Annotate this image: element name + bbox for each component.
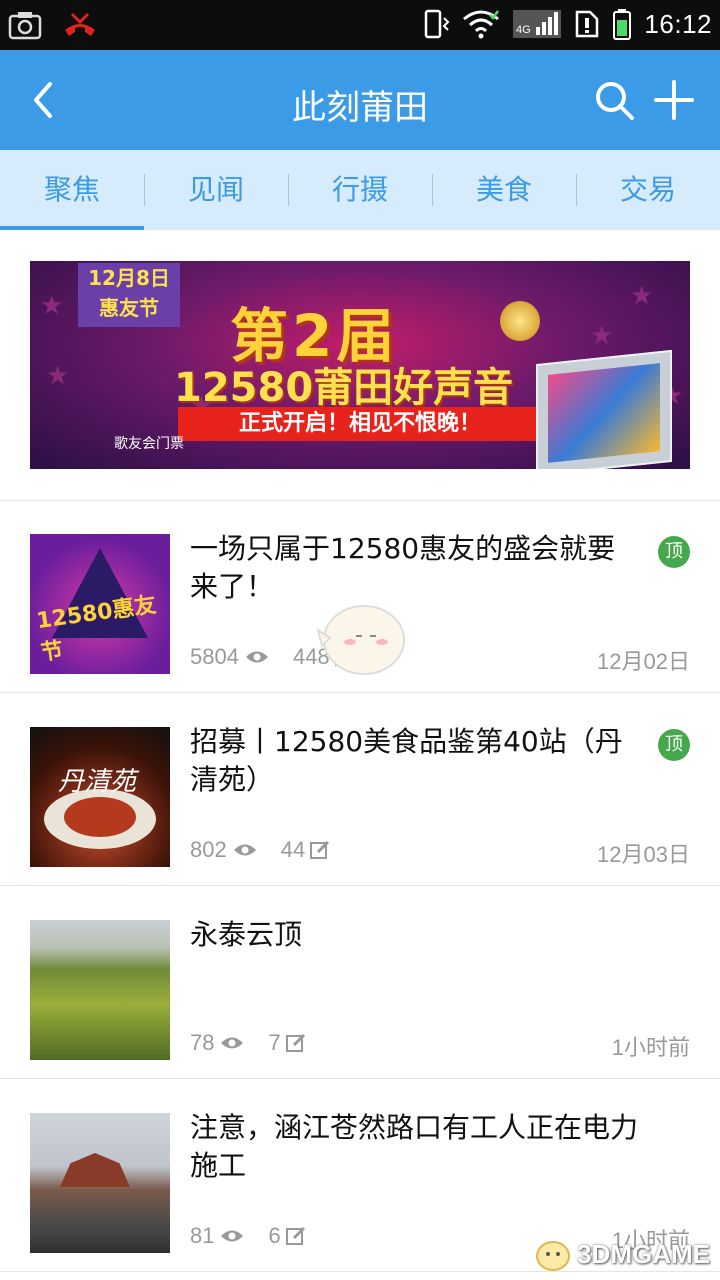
eye-icon [245, 651, 268, 663]
tab-news[interactable]: 见闻 [144, 150, 288, 230]
search-icon[interactable] [592, 78, 636, 122]
item-date: 12月03日 [597, 842, 690, 867]
wifi-icon [463, 10, 500, 39]
banner-badge-date: 12月8日 [88, 266, 170, 290]
watermark-text: 3DMGAME [577, 1238, 710, 1269]
item-thumbnail: 丹清苑 [30, 727, 170, 867]
star-decoration: ★ [40, 291, 64, 321]
star-decoration: ★ [630, 281, 654, 311]
edit-icon [285, 1226, 305, 1245]
comment-count: 6 [268, 1223, 281, 1248]
item-date: 12月02日 [597, 649, 690, 674]
view-count: 5804 [190, 644, 239, 669]
microphone-icon [500, 301, 540, 341]
item-title: 招募丨12580美食品鉴第40站（丹清苑） [190, 725, 623, 796]
sim-alert-icon [576, 10, 599, 38]
temple-roof-decoration [60, 1153, 130, 1187]
battery-icon [613, 9, 632, 40]
thumbnail-text: 丹清苑 [58, 767, 137, 797]
item-meta: 78 7 [190, 1030, 307, 1056]
item-meta: 81 6 [190, 1223, 307, 1249]
mascot-icon [316, 605, 405, 675]
tablet-image [536, 349, 672, 469]
tab-focus[interactable]: 聚焦 [0, 150, 144, 230]
signal-4g-icon: 4G [513, 10, 562, 38]
item-meta: 802 44 [190, 837, 331, 863]
promo-banner[interactable]: ★ ★ ★ ★ ★ ★ 12月8日 惠友节 第2届 12580莆田好声音 正式开… [30, 261, 690, 469]
comment-count: 7 [268, 1030, 281, 1055]
vibrate-icon [425, 9, 450, 39]
clock: 16:12 [644, 8, 712, 39]
screenshot-icon [8, 12, 42, 40]
eye-icon [233, 844, 256, 856]
tab-trade[interactable]: 交易 [576, 150, 720, 230]
item-date: 1小时前 [611, 1035, 690, 1060]
banner-section: ★ ★ ★ ★ ★ ★ 12月8日 惠友节 第2届 12580莆田好声音 正式开… [0, 230, 720, 501]
banner-badge: 12月8日 惠友节 [78, 263, 180, 327]
category-tabs: 聚焦 见闻 行摄 美食 交易 [0, 150, 720, 230]
app-bar: 此刻莆田 [0, 50, 720, 150]
status-bar: 4G 16:12 [0, 0, 720, 50]
comment-count: 44 [280, 837, 306, 862]
banner-subhead: 12580莆田好声音 [174, 365, 514, 411]
pinned-badge: 顶 [658, 536, 690, 568]
banner-badge-name: 惠友节 [99, 296, 159, 320]
list-item[interactable]: 永泰云顶 78 7 1小时前 [0, 886, 720, 1079]
add-icon[interactable] [652, 78, 696, 122]
view-count: 81 [190, 1223, 215, 1248]
edit-icon [285, 1033, 305, 1052]
star-decoration: ★ [46, 361, 70, 391]
item-thumbnail [30, 1113, 170, 1253]
star-decoration: ★ [590, 321, 614, 351]
view-count: 802 [190, 837, 227, 862]
watermark-logo-icon [536, 1241, 571, 1271]
item-thumbnail: 12580惠友节 [30, 534, 170, 674]
banner-strip: 正式开启！相见不恨晚！ [178, 407, 542, 441]
food-decoration [64, 797, 136, 837]
item-title: 一场只属于12580惠友的盛会就要来了！ [190, 532, 616, 603]
eye-icon [221, 1037, 244, 1049]
edit-icon [310, 840, 330, 859]
item-title: 永泰云顶 [190, 918, 303, 951]
tab-food[interactable]: 美食 [432, 150, 576, 230]
list-item[interactable]: 丹清苑 招募丨12580美食品鉴第40站（丹清苑） 顶 802 44 12月03… [0, 693, 720, 886]
item-thumbnail [30, 920, 170, 1060]
pinned-badge: 顶 [658, 729, 690, 761]
banner-small-text: 歌友会门票 [114, 436, 184, 452]
view-count: 78 [190, 1030, 215, 1055]
svg-text:4G: 4G [516, 24, 531, 36]
watermark: 3DMGAME [533, 1236, 710, 1272]
item-title: 注意，涵江苍然路口有工人正在电力施工 [190, 1111, 639, 1182]
eye-icon [221, 1230, 244, 1242]
missed-call-icon [65, 12, 95, 36]
tab-photo[interactable]: 行摄 [288, 150, 432, 230]
